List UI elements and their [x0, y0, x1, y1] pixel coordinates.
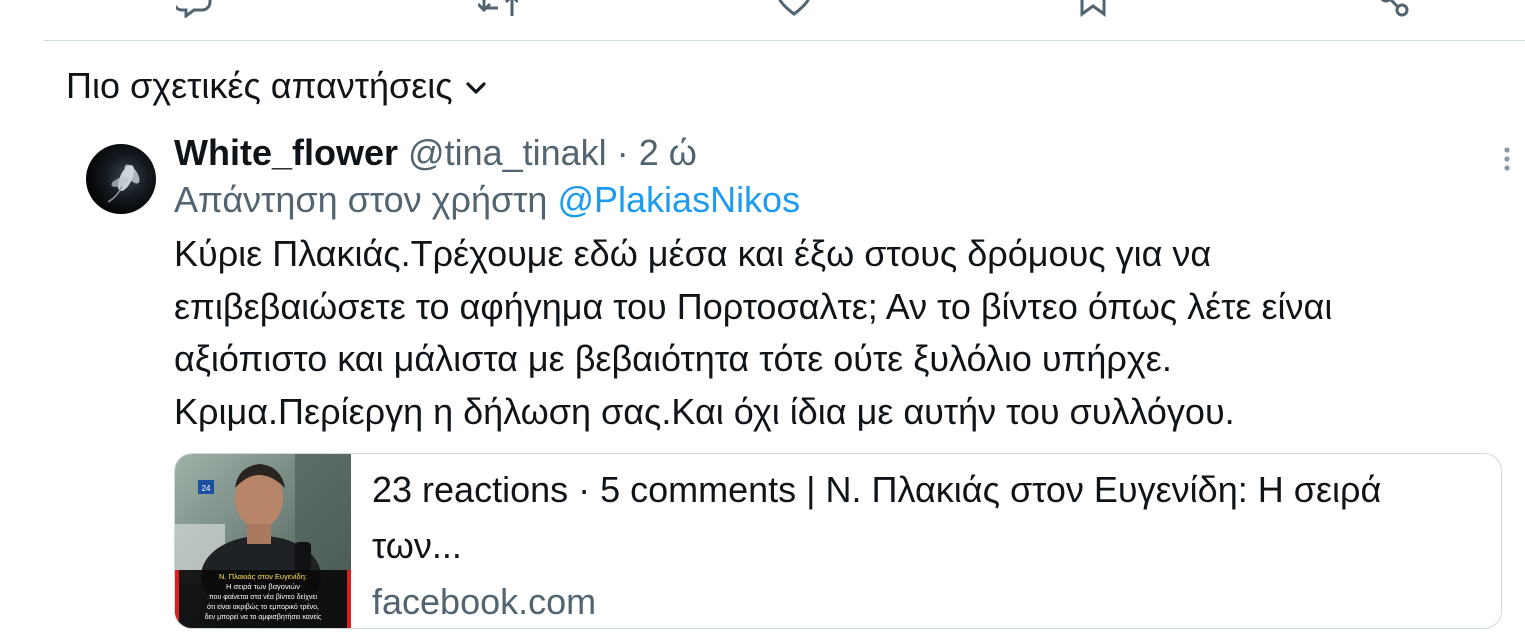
replying-to-prefix: Απάντηση στον χρήστη: [174, 179, 548, 220]
card-thumbnail: 24 Ν. Πλακιάς στον Ευγενίδη: Η σειρά των…: [175, 454, 351, 628]
mention-link[interactable]: @PlakiasNikos: [557, 179, 800, 220]
like-icon[interactable]: [776, 0, 812, 18]
reply-sort-dropdown[interactable]: Πιο σχετικές απαντήσεις: [66, 62, 487, 110]
thumb-caption-line: που φαίνεται στα νέα βίντεο δείχνει: [209, 593, 318, 601]
chevron-down-icon: [466, 82, 486, 94]
retweet-icon[interactable]: [478, 0, 518, 18]
thumb-caption-line: Η σειρά των βαγονιών: [226, 582, 300, 591]
replying-to: Απάντηση στον χρήστη @PlakiasNikos: [174, 176, 1474, 224]
tweet-text-line: Κύριε Πλακιάς.Τρέχουμε εδώ μέσα και έξω …: [174, 233, 1212, 274]
tweet-text: Κύριε Πλακιάς.Τρέχουμε εδώ μέσα και έξω …: [174, 228, 1494, 438]
author-handle[interactable]: @tina_tinakl: [408, 132, 607, 173]
card-domain: facebook.com: [372, 581, 597, 622]
tweet-text-line: επιβεβαιώσετε το αφήγημα του Πορτοσαλτε;…: [174, 285, 1333, 327]
separator-dot: ·: [616, 132, 629, 173]
tweet-text-line: αξιόπιστο και μάλιστα με βεβαιότητα τότε…: [174, 338, 1172, 379]
channel-badge: 24: [202, 484, 211, 493]
share-icon[interactable]: [1376, 0, 1412, 18]
reply-tweet[interactable]: White_flower @tina_tinakl · 2 ώ Απάντηση…: [174, 130, 1474, 438]
thumb-caption-line: Ν. Πλακιάς στον Ευγενίδη:: [219, 572, 307, 581]
card-title: 23 reactions · 5 comments | Ν. Πλακιάς σ…: [372, 462, 1482, 574]
tweet-text-line: Κριμα.Περίεργη η δήλωση σας.Και όχι ίδια…: [174, 390, 1235, 432]
timestamp[interactable]: 2 ώ: [639, 132, 697, 173]
author-name[interactable]: White_flower: [174, 132, 398, 173]
card-title-line: των...: [372, 525, 462, 566]
card-title-line: 23 reactions · 5 comments | Ν. Πλακιάς σ…: [372, 469, 1382, 510]
more-icon[interactable]: [1500, 146, 1514, 172]
thumb-caption-line: ότι είναι ακριβώς το εμπορικό τρένο,: [207, 603, 319, 611]
reply-icon[interactable]: [176, 0, 212, 18]
reply-sort-label: Πιο σχετικές απαντήσεις: [66, 65, 453, 106]
tweet-action-bar: [0, 0, 1525, 22]
avatar[interactable]: [86, 144, 156, 214]
bookmark-icon[interactable]: [1078, 0, 1108, 18]
card-body: 23 reactions · 5 comments | Ν. Πλακιάς σ…: [372, 462, 1482, 628]
link-preview-card[interactable]: 24 Ν. Πλακιάς στον Ευγενίδη: Η σειρά των…: [174, 453, 1502, 629]
divider: [44, 40, 1525, 41]
thumb-caption-line: δεν μπορεί να το αμφισβητήσει κανείς: [205, 613, 322, 621]
tweet-header: White_flower @tina_tinakl · 2 ώ: [174, 130, 1474, 176]
